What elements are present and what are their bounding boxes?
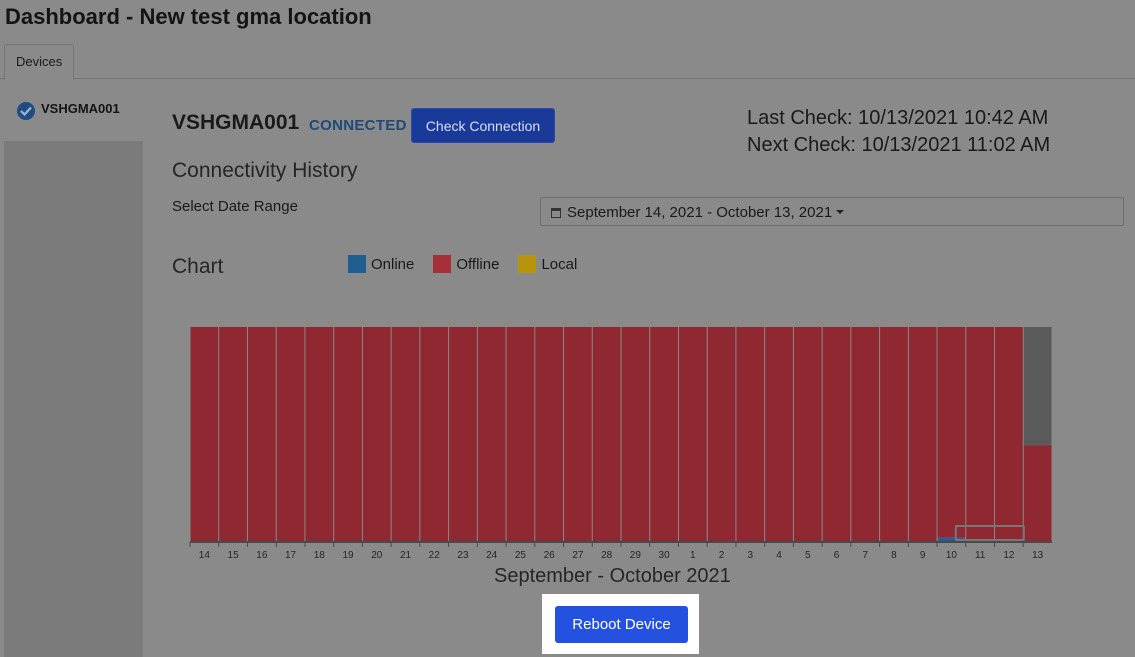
bar-offline-5 — [793, 327, 823, 542]
bar-offline-4 — [764, 327, 794, 542]
x-tick-label-26: 26 — [544, 550, 556, 561]
legend-item-local[interactable]: Local — [518, 255, 577, 273]
bar-offline-22 — [419, 327, 449, 542]
date-range-label: Select Date Range — [172, 198, 298, 215]
bar-offline-11 — [965, 327, 995, 542]
x-tick-label-27: 27 — [572, 550, 584, 561]
legend-label-online: Online — [371, 255, 415, 273]
x-tick-label-11: 11 — [975, 550, 986, 561]
x-tick-label-28: 28 — [601, 550, 613, 561]
next-check-text: Next Check: 10/13/2021 11:02 AM — [747, 134, 1051, 156]
x-tick-label-1: 1 — [690, 550, 696, 561]
bar-offline-15 — [218, 327, 248, 542]
bar-offline-3 — [735, 327, 765, 542]
x-tick-label-6: 6 — [834, 550, 840, 561]
bar-offline-16 — [247, 327, 277, 542]
x-tick-label-21: 21 — [400, 550, 412, 561]
x-tick-label-20: 20 — [371, 550, 383, 561]
sidebar-item-vshgma001[interactable]: VSHGMA001 — [4, 80, 143, 141]
reboot-highlight: Reboot Device — [542, 594, 699, 654]
x-tick-label-4: 4 — [776, 550, 782, 561]
bar-offline-25 — [506, 327, 535, 542]
legend-item-offline[interactable]: Offline — [433, 255, 499, 273]
caret-down-icon — [836, 210, 845, 214]
calendar-icon — [551, 208, 561, 218]
x-tick-label-23: 23 — [457, 550, 469, 561]
bar-offline-6 — [822, 327, 851, 542]
last-check-text: Last Check: 10/13/2021 10:42 AM — [747, 107, 1049, 129]
chart-legend: Online Offline Local — [348, 255, 577, 273]
x-tick-label-12: 12 — [1003, 550, 1015, 561]
bar-offline-21 — [391, 327, 420, 542]
x-tick-label-9: 9 — [920, 550, 926, 561]
connectivity-chart: 14 15 16 17 18 19 20 21 22 23 24 25 26 27 28 29 30 1 2 3 4 5 6… — [189, 327, 1053, 561]
legend-label-offline: Offline — [456, 255, 500, 273]
x-tick-label-13: 13 — [1032, 550, 1044, 561]
x-tick-label-2: 2 — [719, 550, 725, 561]
bar-offline-18 — [304, 327, 334, 542]
sidebar-item-label: VSHGMA001 — [41, 101, 120, 116]
device-sidebar: VSHGMA001 — [4, 80, 143, 657]
bar-offline-7 — [850, 327, 880, 542]
bar-offline-30 — [649, 327, 679, 542]
check-times: Last Check: 10/13/2021 10:42 AM Next Che… — [747, 105, 1050, 159]
reboot-device-button[interactable]: Reboot Device — [555, 606, 688, 643]
chart-title: Chart — [172, 255, 224, 278]
page-title: Dashboard - New test gma location — [5, 4, 372, 29]
status-badge: CONNECTED — [309, 117, 407, 134]
bar-offline-26 — [534, 327, 564, 542]
x-tick-label-29: 29 — [630, 550, 642, 561]
x-tick-label-15: 15 — [228, 550, 240, 561]
x-tick-label-16: 16 — [256, 550, 268, 561]
bar-offline-1 — [678, 327, 708, 542]
legend-swatch-local — [518, 255, 537, 273]
bar-offline-19 — [333, 327, 363, 542]
check-circle-icon — [17, 102, 35, 120]
bar-offline-20 — [362, 327, 392, 542]
legend-item-online[interactable]: Online — [348, 255, 414, 273]
x-tick-label-7: 7 — [862, 550, 868, 561]
bar-offline-29 — [621, 327, 650, 542]
bar-offline-14 — [190, 327, 219, 542]
x-tick-label-5: 5 — [805, 550, 811, 561]
bar-offline-9 — [908, 327, 938, 542]
x-tick-label-10: 10 — [946, 550, 958, 561]
x-tick-label-18: 18 — [314, 550, 326, 561]
tab-devices[interactable]: Devices — [4, 44, 75, 80]
tab-bar: Devices — [0, 44, 1135, 80]
bar-offline-28 — [592, 327, 621, 542]
x-tick-label-19: 19 — [342, 550, 354, 561]
bar-offline-2 — [707, 327, 736, 542]
x-tick-label-3: 3 — [748, 550, 754, 561]
bar-offline-8 — [879, 327, 909, 542]
device-name: VSHGMA001 — [172, 111, 300, 134]
x-tick-label-17: 17 — [285, 550, 297, 561]
bar-offline-13 — [1023, 445, 1052, 542]
x-tick-label-14: 14 — [199, 550, 211, 561]
x-tick-label-8: 8 — [891, 550, 897, 561]
bar-offline-10 — [937, 327, 966, 538]
x-tick-label-24: 24 — [486, 550, 498, 561]
check-connection-button[interactable]: Check Connection — [411, 108, 555, 143]
x-tick-label-25: 25 — [515, 550, 527, 561]
date-range-value: September 14, 2021 - October 13, 2021 — [567, 204, 833, 221]
bar-offline-17 — [276, 327, 305, 542]
bar-offline-23 — [448, 327, 478, 542]
legend-swatch-offline — [433, 255, 452, 273]
connectivity-history-title: Connectivity History — [172, 159, 358, 182]
legend-label-local: Local — [541, 255, 578, 273]
bar-offline-12 — [994, 327, 1024, 542]
bar-offline-27 — [563, 327, 593, 542]
x-tick-label-22: 22 — [429, 550, 441, 561]
bar-nodata-13 — [1023, 327, 1052, 446]
legend-swatch-online — [348, 255, 366, 273]
chart-x-axis-label: September - October 2021 — [494, 565, 731, 587]
date-range-picker[interactable]: September 14, 2021 - October 13, 2021 — [540, 197, 1124, 226]
bar-offline-24 — [477, 327, 507, 542]
x-tick-label-30: 30 — [659, 550, 671, 561]
